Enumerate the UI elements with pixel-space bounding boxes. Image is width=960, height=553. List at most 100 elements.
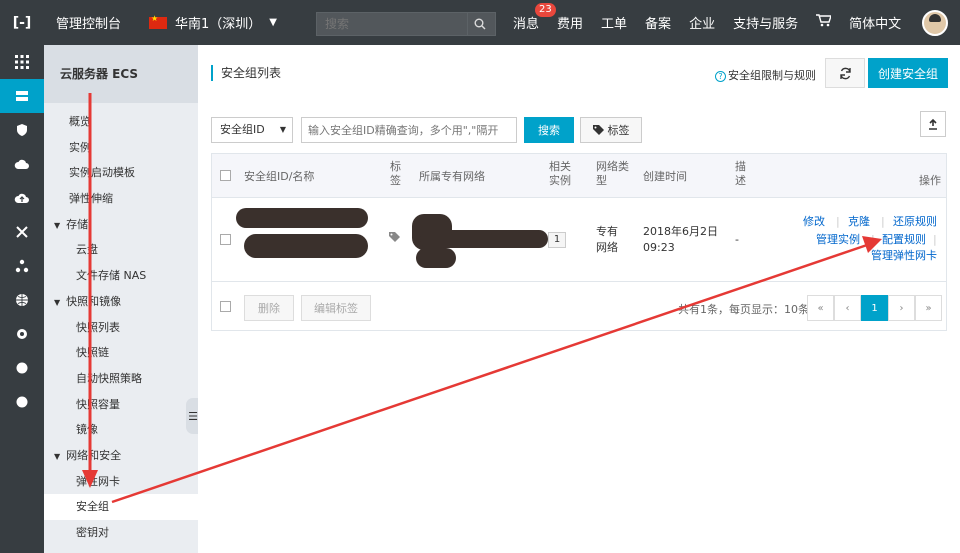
col-desc: 描述 [735,160,746,187]
nav-enterprise[interactable]: 企业 [689,13,715,32]
sidebar-group-label: 快照和镜像 [66,294,122,308]
clone-link[interactable]: 克隆 [848,214,870,230]
manage-instances-link[interactable]: 管理实例 [816,232,860,248]
network-icon[interactable] [0,215,44,249]
sidebar-item-snapshot-chain[interactable]: 快照链 [44,340,198,366]
export-icon[interactable] [920,111,946,137]
dot-icon[interactable] [0,385,44,419]
ecs-side-menu: 云服务器 ECS 概览 实例 实例启动模板 弹性伸缩 ▼ 存储 云盘 文件存储 N… [44,45,198,553]
apps-grid-icon[interactable] [0,45,44,79]
cloud-icon[interactable] [0,147,44,181]
last-page-button[interactable]: » [915,295,942,321]
sidebar-item-eni[interactable]: 弹性网卡 [44,469,198,495]
manage-eni-link[interactable]: 管理弹性网卡 [871,248,937,264]
col-created: 创建时间 [643,170,687,183]
dot-icon[interactable] [0,351,44,385]
prev-page-button[interactable]: ‹ [834,295,861,321]
sidebar-item-snapshot-list[interactable]: 快照列表 [44,315,198,341]
sidebar-item-launch-templates[interactable]: 实例启动模板 [44,160,198,186]
redacted-vpc [416,248,456,268]
sidebar-item-images[interactable]: 镜像 [44,417,198,443]
sidebar-group-network-security[interactable]: ▼ 网络和安全 [44,443,198,469]
restore-rules-link[interactable]: 还原规则 [893,214,937,230]
col-id-name: 安全组ID/名称 [244,170,315,183]
tag-icon [592,125,604,135]
col-tag: 标签 [390,160,401,187]
sidebar-item-instances[interactable]: 实例 [44,135,198,161]
redacted-id [236,208,368,228]
caret-down-icon: ▼ [269,17,277,28]
page-title: 安全组列表 [211,65,281,81]
caret-down-icon: ▼ [54,220,61,230]
help-link[interactable]: ? 安全组限制与规则 [715,67,816,83]
caret-down-icon: ▼ [54,297,61,307]
sidebar-item-snapshot-capacity[interactable]: 快照容量 [44,392,198,418]
china-flag-icon [149,14,168,29]
sidebar-group-label: 存储 [66,217,89,231]
select-all-checkbox[interactable] [220,170,231,181]
row-checkbox[interactable] [220,234,231,245]
filter-input[interactable] [301,117,517,143]
nav-icp[interactable]: 备案 [645,13,671,32]
tag-icon[interactable] [389,232,401,242]
sidebar-item-nas[interactable]: 文件存储 NAS [44,263,198,289]
configure-rules-link[interactable]: 配置规则 [882,232,926,248]
sidebar-group-label: 网络和安全 [66,448,122,462]
sidebar-group-snapshots[interactable]: ▼ 快照和镜像 [44,289,198,315]
tag-filter-button[interactable]: 标签 [580,117,642,143]
settings-icon[interactable] [0,317,44,351]
region-selector[interactable]: 华南1（深圳） ▼ [149,13,277,32]
caret-down-icon: ▼ [279,125,286,134]
console-title[interactable]: 管理控制台 [56,13,121,32]
delete-button[interactable]: 删除 [244,295,294,321]
first-page-button[interactable]: « [807,295,834,321]
sidebar-item-key-pairs[interactable]: 密钥对 [44,520,198,546]
filter-field-value: 安全组ID [220,123,265,136]
create-security-group-button[interactable]: 创建安全组 [868,58,948,88]
caret-down-icon: ▼ [54,451,61,461]
instance-count[interactable]: 1 [548,232,566,248]
cart-icon[interactable] [816,14,833,31]
network-type: 专有网络 [596,225,618,254]
divider: | [871,233,875,246]
page-1-button[interactable]: 1 [861,295,888,321]
nav-tickets[interactable]: 工单 [601,13,627,32]
shield-icon[interactable] [0,113,44,147]
nav-messages[interactable]: 消息 23 [513,3,556,32]
help-link-label: 安全组限制与规则 [728,69,816,82]
user-avatar[interactable] [922,10,948,36]
search-icon[interactable] [467,13,491,35]
aliyun-logo[interactable]: [-] [0,0,44,45]
message-count-badge: 23 [535,3,556,17]
nav-billing[interactable]: 费用 [557,13,583,32]
region-label: 华南1（深圳） [175,17,262,32]
pagination-info: 共有1条，每页显示：10条 [678,303,809,316]
next-page-button[interactable]: › [888,295,915,321]
edit-tags-button[interactable]: 编辑标签 [301,295,371,321]
sidebar-group-storage[interactable]: ▼ 存储 [44,212,198,238]
cloud-upload-icon[interactable] [0,181,44,215]
modify-link[interactable]: 修改 [803,214,825,230]
globe-icon[interactable] [0,283,44,317]
col-instances: 相关实例 [549,160,571,187]
sidebar-item-auto-scaling[interactable]: 弹性伸缩 [44,186,198,212]
footer-select-checkbox[interactable] [220,301,231,312]
ecs-server-icon[interactable] [0,79,44,113]
sidebar-item-overview[interactable]: 概览 [44,109,198,135]
col-vpc: 所属专有网络 [419,170,485,183]
search-button[interactable]: 搜索 [524,117,574,143]
product-rail [0,45,44,553]
refresh-button[interactable] [825,58,865,88]
global-search-input[interactable] [317,17,467,31]
help-question-icon: ? [715,71,726,82]
sidebar-item-auto-snapshot[interactable]: 自动快照策略 [44,366,198,392]
sidebar-item-security-groups[interactable]: 安全组 [44,494,198,520]
top-bar: [-] 管理控制台 华南1（深圳） ▼ 消息 23 费用 工单 备案 企业 支持… [0,0,960,45]
security-group-table: 安全组ID/名称 标签 所属专有网络 相关实例 网络类型 创建时间 描述 操作 … [211,153,947,331]
description: - [735,233,739,246]
language-selector[interactable]: 简体中文 [849,13,901,32]
filter-field-select[interactable]: 安全组ID ▼ [211,117,293,143]
sidebar-item-disks[interactable]: 云盘 [44,237,198,263]
nodes-icon[interactable] [0,249,44,283]
nav-support[interactable]: 支持与服务 [733,13,798,32]
